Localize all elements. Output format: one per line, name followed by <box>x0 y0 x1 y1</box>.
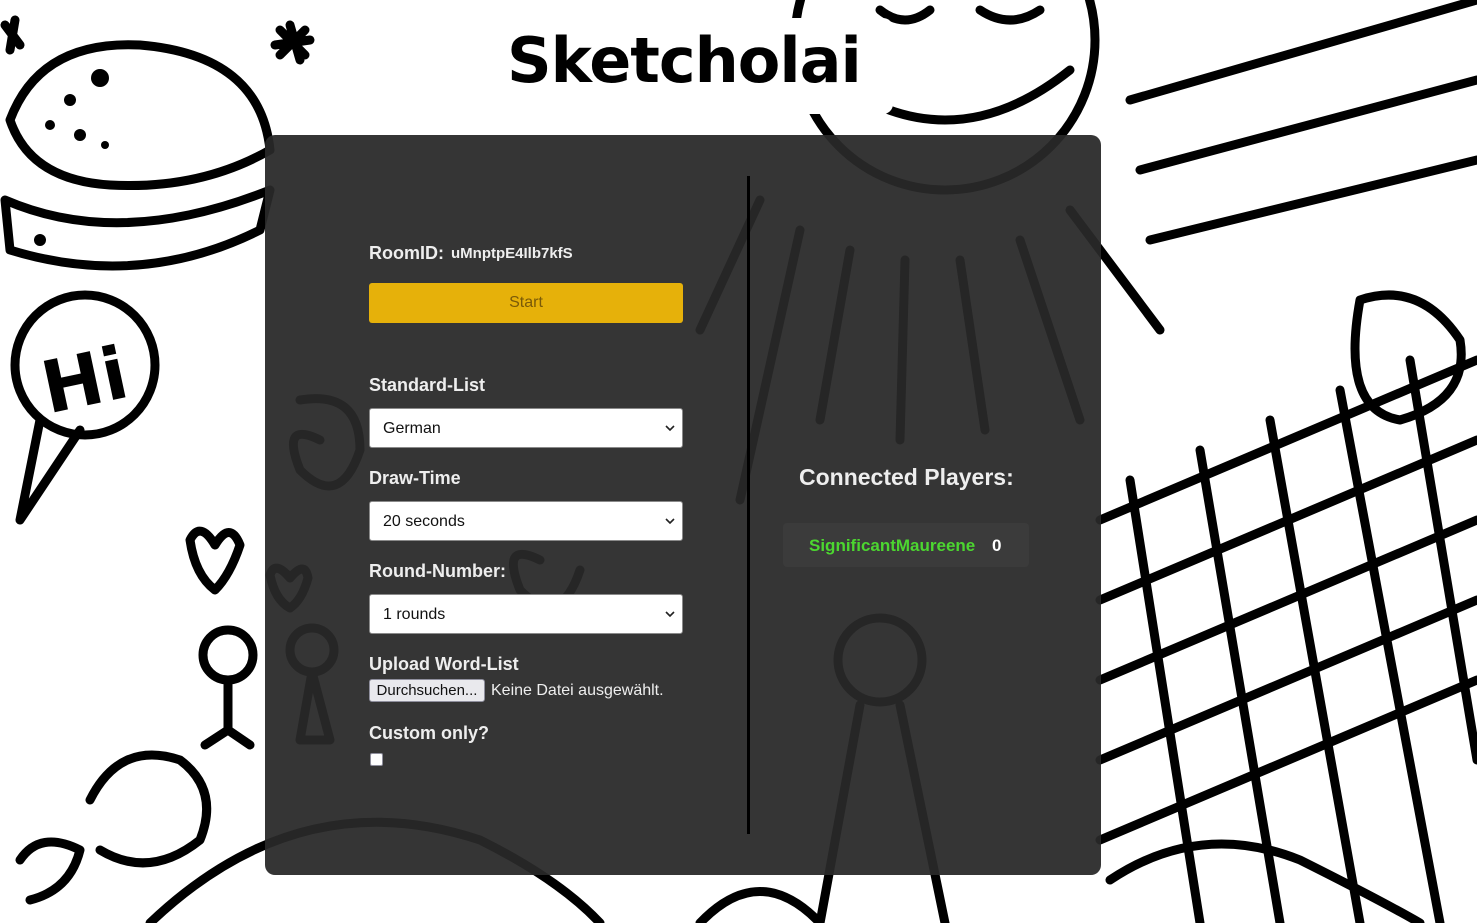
panel-divider <box>747 176 750 834</box>
browse-file-button[interactable]: Durchsuchen... <box>369 679 485 702</box>
chevron-down-icon <box>665 518 675 525</box>
draw-time-label: Draw-Time <box>369 468 461 488</box>
room-id-value: uMnptpE4Ilb7kfS <box>451 245 573 262</box>
svg-text:Hi: Hi <box>34 330 135 430</box>
standard-list-value: German <box>383 420 441 437</box>
draw-time-select[interactable]: 20 seconds <box>369 501 683 541</box>
room-id-label: RoomID: <box>369 243 444 263</box>
connected-players-title: Connected Players: <box>799 464 1014 490</box>
standard-list-select[interactable]: German <box>369 408 683 448</box>
round-number-select[interactable]: 1 rounds <box>369 594 683 634</box>
round-number-label: Round-Number: <box>369 561 506 581</box>
chevron-down-icon <box>665 611 675 618</box>
player-name: SignificantMaureene <box>809 536 976 555</box>
custom-only-checkbox[interactable] <box>370 753 383 766</box>
app-title: Sketcholai <box>507 24 862 97</box>
standard-list-label: Standard-List <box>369 375 486 395</box>
upload-word-list-label: Upload Word-List <box>369 654 519 674</box>
player-score: 0 <box>992 536 1002 555</box>
chevron-down-icon <box>665 425 675 432</box>
no-file-selected-text: Keine Datei ausgewählt. <box>491 682 664 699</box>
round-number-value: 1 rounds <box>383 606 446 623</box>
draw-time-value: 20 seconds <box>383 513 465 530</box>
start-button[interactable]: Start <box>369 283 683 323</box>
custom-only-label: Custom only? <box>369 723 489 743</box>
